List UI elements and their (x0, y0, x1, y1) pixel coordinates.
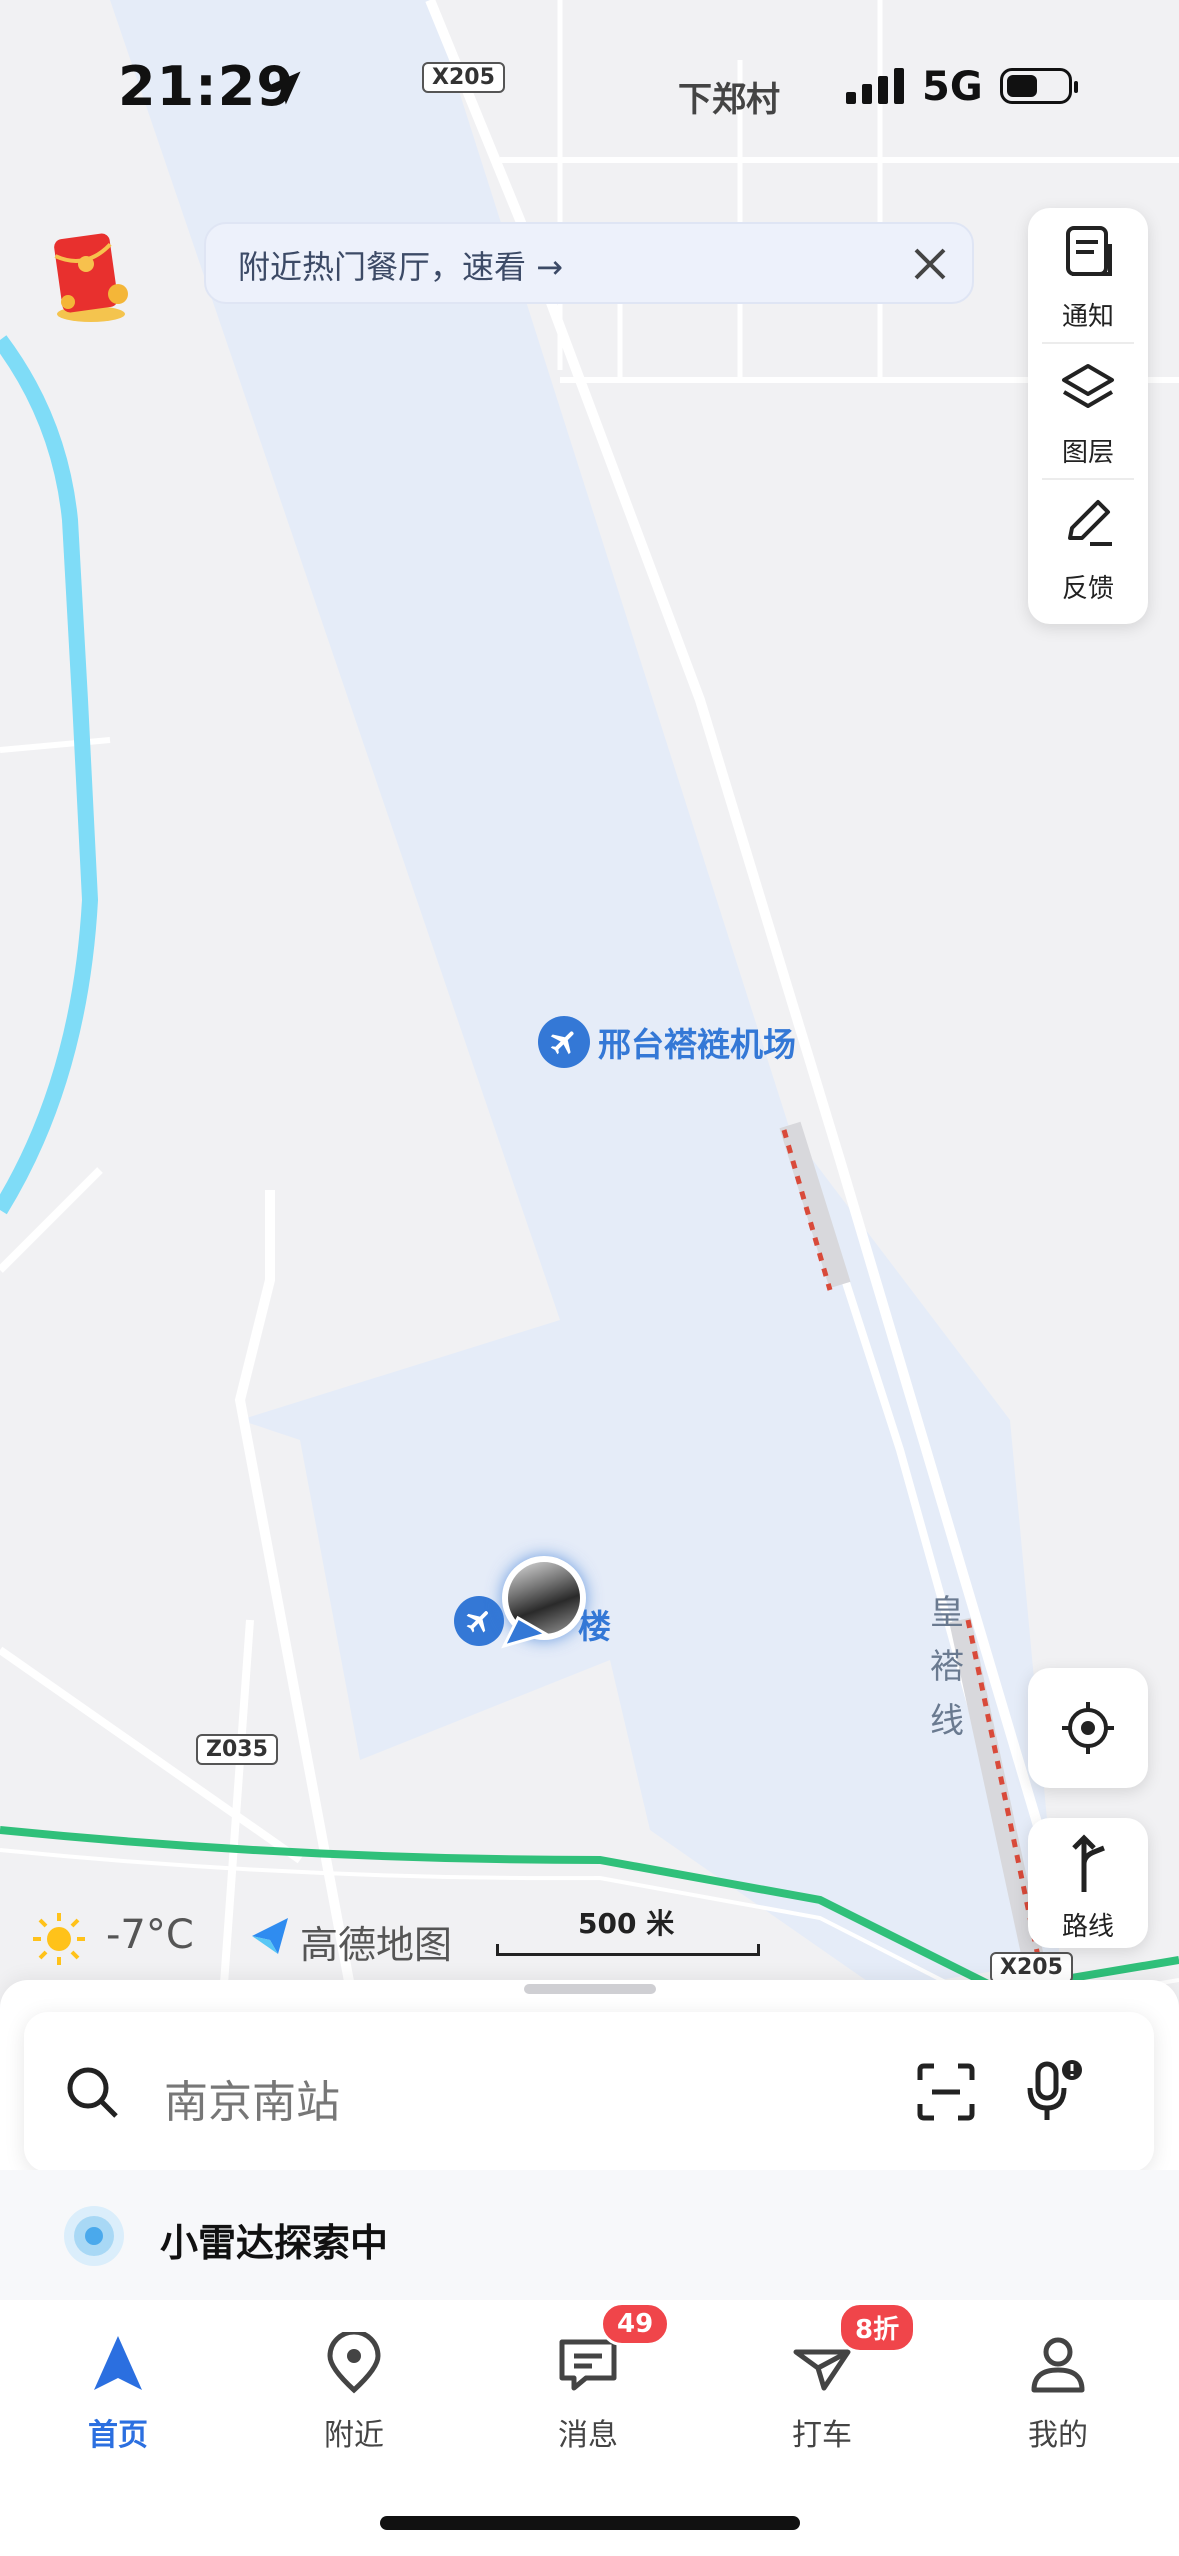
road-shield: X205 (990, 1952, 1073, 1983)
message-badge: 49 (600, 2302, 671, 2346)
locate-icon (1062, 1702, 1114, 1754)
search-input[interactable]: 南京南站 (164, 2066, 340, 2130)
notification-label: 通知 (1061, 302, 1114, 332)
red-envelope-icon[interactable] (36, 218, 146, 328)
notification-button[interactable]: 通知 (1028, 208, 1148, 338)
layers-label: 图层 (1061, 438, 1114, 468)
cellular-signal-icon (846, 68, 906, 104)
layers-button[interactable]: 图层 (1028, 344, 1148, 474)
location-pin-icon (327, 2332, 381, 2394)
rail-label: 皇褡线 (930, 1593, 964, 1741)
road-shield: Z035 (196, 1734, 278, 1765)
road-shield: X205 (422, 62, 505, 93)
amap-logo-icon (252, 1918, 288, 1954)
heading-arrow-icon (501, 1615, 550, 1649)
tab-messages[interactable]: 消息 49 (488, 2302, 688, 2472)
terminal-icon[interactable] (454, 1596, 504, 1646)
scale-label: 500 米 (578, 1907, 675, 1940)
tab-nearby[interactable]: 附近 (254, 2322, 454, 2472)
map-tools-panel: 通知 图层 反馈 (1028, 208, 1148, 624)
locate-button[interactable] (1028, 1668, 1148, 1788)
tab-profile[interactable]: 我的 (958, 2322, 1158, 2472)
sun-icon (33, 1913, 85, 1965)
tab-profile-label: 我的 (1028, 2418, 1088, 2453)
route-icon (1072, 1834, 1105, 1892)
route-label: 路线 (1061, 1912, 1114, 1942)
profile-icon (1031, 2337, 1085, 2393)
promo-banner[interactable]: 附近热门餐厅，速看 → (204, 222, 974, 304)
feedback-label: 反馈 (1061, 574, 1114, 604)
home-indicator[interactable] (380, 2516, 800, 2530)
tab-taxi[interactable]: 打车 8折 (722, 2302, 922, 2472)
radar-row[interactable]: 小雷达探索中 (0, 2170, 1179, 2300)
scan-icon[interactable] (916, 2062, 976, 2122)
location-services-icon (267, 71, 301, 105)
promo-banner-text[interactable]: 附近热门餐厅，速看 → (238, 242, 563, 288)
temperature: -7°C (106, 1912, 194, 1958)
village-label: 下郑村 (678, 80, 780, 120)
scale-bar (496, 1944, 760, 1956)
airport-icon[interactable] (538, 1016, 590, 1068)
feedback-button[interactable]: 反馈 (1028, 480, 1148, 610)
tab-home-label: 首页 (88, 2418, 148, 2453)
layers-icon (1062, 364, 1114, 408)
tab-home[interactable]: 首页 (18, 2322, 218, 2472)
tab-nearby-label: 附近 (324, 2418, 384, 2453)
search-icon (67, 2067, 118, 2118)
network-type: 5G (922, 64, 983, 110)
close-icon[interactable] (908, 242, 952, 286)
notification-icon (1066, 226, 1112, 276)
airport-label[interactable]: 邢台褡裢机场 (598, 1018, 796, 1066)
brand-name: 高德地图 (300, 1923, 453, 1967)
navigation-arrow-icon (94, 2336, 142, 2390)
radar-text: 小雷达探索中 (160, 2221, 389, 2265)
feedback-icon (1068, 500, 1112, 546)
tab-taxi-label: 打车 (792, 2418, 852, 2453)
radar-icon (64, 2206, 124, 2266)
microphone-icon[interactable] (1022, 2058, 1082, 2124)
map-canvas[interactable] (0, 0, 1179, 2040)
search-bar[interactable]: 南京南站 (24, 2012, 1154, 2172)
sheet-grabber[interactable] (524, 1984, 656, 1994)
tab-messages-label: 消息 (558, 2418, 618, 2453)
taxi-discount-badge: 8折 (838, 2302, 917, 2353)
battery-icon (1000, 68, 1078, 104)
route-button[interactable]: 路线 (1028, 1818, 1148, 1948)
